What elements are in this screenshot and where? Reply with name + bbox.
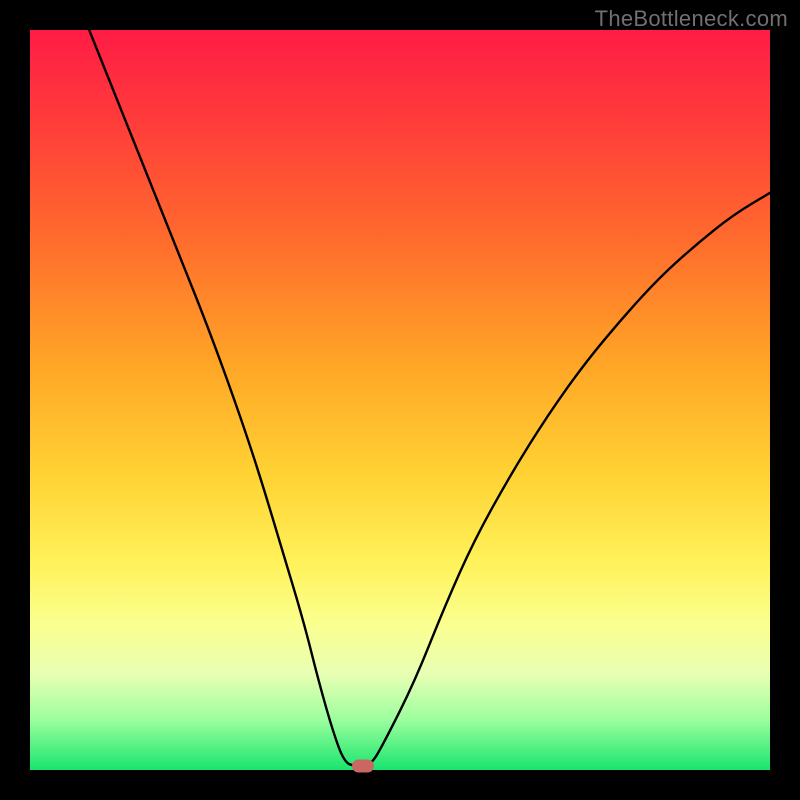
curve-svg [30, 30, 770, 770]
chart-frame: TheBottleneck.com [0, 0, 800, 800]
plot-area [30, 30, 770, 770]
optimal-point-marker [352, 760, 374, 773]
bottleneck-curve [89, 30, 770, 766]
watermark-text: TheBottleneck.com [595, 6, 788, 32]
